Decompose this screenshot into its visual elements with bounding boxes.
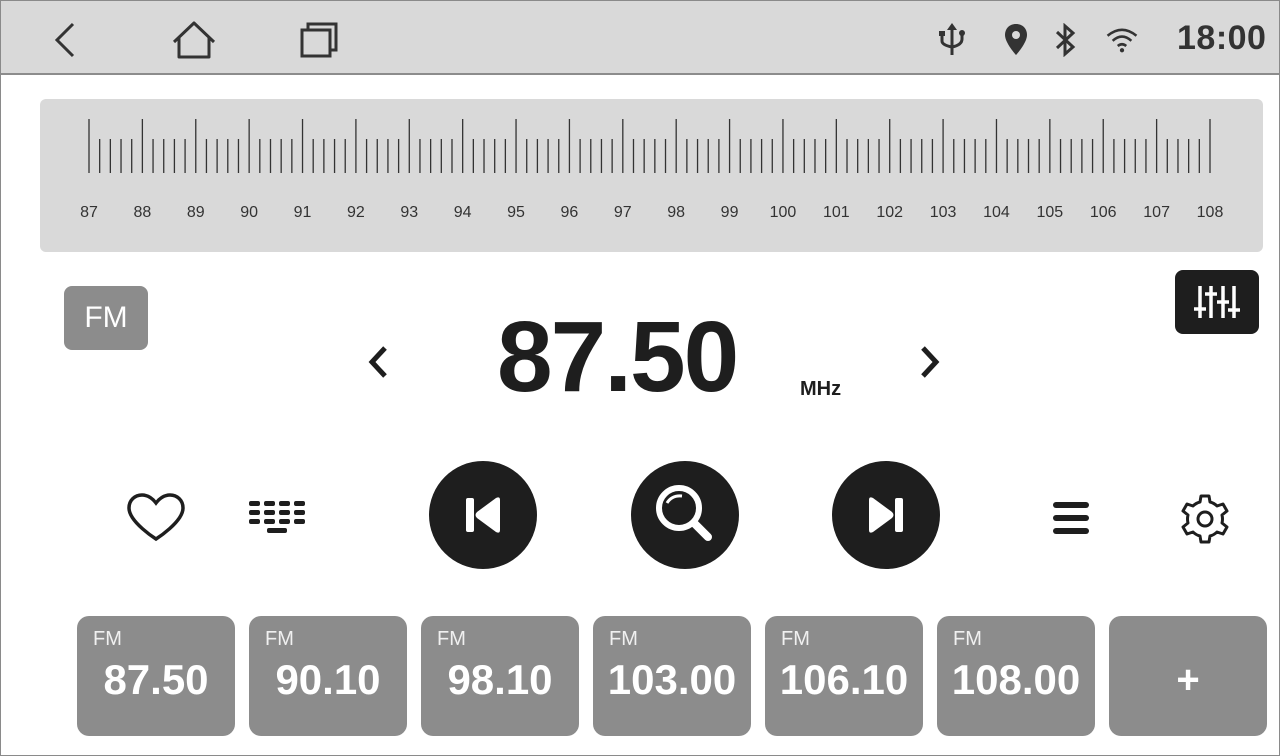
- scale-label: 94: [454, 204, 472, 221]
- scale-label: 102: [876, 204, 903, 221]
- favorite-button[interactable]: [124, 490, 188, 546]
- add-preset-button[interactable]: +: [1109, 616, 1267, 736]
- keypad-button[interactable]: [244, 495, 308, 539]
- preset-frequency: 98.10: [447, 656, 553, 703]
- scale-label: 98: [667, 204, 685, 221]
- scale-label: 97: [614, 204, 632, 221]
- scale-label: 87: [80, 204, 98, 221]
- back-icon: [54, 22, 75, 58]
- equalizer-button[interactable]: [1175, 270, 1259, 334]
- scale-label: 100: [770, 204, 797, 221]
- bluetooth-icon: [1049, 23, 1083, 57]
- usb-icon: [935, 23, 969, 57]
- band-selector[interactable]: FM: [64, 286, 148, 350]
- scale-label: 88: [133, 204, 151, 221]
- scale-label: 91: [294, 204, 312, 221]
- scale-label: 105: [1037, 204, 1064, 221]
- preset-frequency: 103.00: [607, 656, 737, 703]
- scale-label: 95: [507, 204, 525, 221]
- scale-label: 107: [1143, 204, 1170, 221]
- preset-band: FM: [953, 628, 982, 650]
- recent-apps-icon: [300, 22, 338, 58]
- preset-1[interactable]: FM 87.50: [77, 616, 235, 736]
- menu-icon: [1053, 502, 1089, 534]
- scale-label: 90: [240, 204, 258, 221]
- scale-label: 92: [347, 204, 365, 221]
- preset-3[interactable]: FM 98.10: [421, 616, 579, 736]
- location-icon: [999, 23, 1033, 57]
- scale-label: 99: [721, 204, 739, 221]
- home-button[interactable]: [169, 15, 219, 65]
- previous-station-button[interactable]: [429, 461, 537, 569]
- status-bar: 18:00: [1, 1, 1279, 75]
- preset-band: FM: [609, 628, 638, 650]
- preset-frequency: 87.50: [103, 656, 209, 703]
- chevron-right-icon: [921, 346, 940, 378]
- chevron-left-icon: [368, 346, 387, 378]
- scale-label: 108: [1197, 204, 1224, 221]
- keypad-icon: [249, 501, 305, 533]
- tune-down-button[interactable]: [353, 332, 403, 392]
- previous-station-icon: [466, 497, 500, 533]
- menu-button[interactable]: [1048, 496, 1094, 540]
- home-icon: [172, 21, 216, 59]
- preset-band: FM: [437, 628, 466, 650]
- preset-frequency: 106.10: [779, 656, 909, 703]
- settings-icon: [1181, 494, 1229, 544]
- recent-apps-button[interactable]: [295, 15, 345, 65]
- preset-6[interactable]: FM 108.00: [937, 616, 1095, 736]
- scale-label: 101: [823, 204, 850, 221]
- scale-label: 106: [1090, 204, 1117, 221]
- clock: 18:00: [1177, 19, 1267, 57]
- preset-band: FM: [265, 628, 294, 650]
- next-station-button[interactable]: [832, 461, 940, 569]
- scale-label: 104: [983, 204, 1010, 221]
- scale-label: 103: [930, 204, 957, 221]
- search-button[interactable]: [631, 461, 739, 569]
- scale-label: 96: [561, 204, 579, 221]
- frequency-unit: MHz: [800, 378, 842, 400]
- settings-button[interactable]: [1176, 490, 1234, 548]
- preset-frequency: 108.00: [951, 656, 1081, 703]
- next-station-icon: [869, 497, 903, 533]
- current-frequency: 87.50: [497, 301, 739, 413]
- preset-frequency: 90.10: [275, 656, 381, 703]
- scale-label: 93: [400, 204, 418, 221]
- preset-5[interactable]: FM 106.10: [765, 616, 923, 736]
- equalizer-icon: [1194, 286, 1240, 318]
- preset-band: FM: [93, 628, 122, 650]
- tuning-scale[interactable]: 87 88 89 90 91 92 93 94 95 96 97 98 99 100 101 102 103 10…: [40, 99, 1263, 252]
- back-button[interactable]: [41, 15, 91, 65]
- preset-band: FM: [781, 628, 810, 650]
- favorite-icon: [127, 493, 185, 542]
- scale-label: 89: [187, 204, 205, 221]
- tune-up-button[interactable]: [905, 332, 955, 392]
- wifi-icon: [1105, 23, 1139, 57]
- preset-4[interactable]: FM 103.00: [593, 616, 751, 736]
- preset-2[interactable]: FM 90.10: [249, 616, 407, 736]
- add-preset-label: +: [1176, 658, 1200, 702]
- search-icon: [656, 485, 712, 541]
